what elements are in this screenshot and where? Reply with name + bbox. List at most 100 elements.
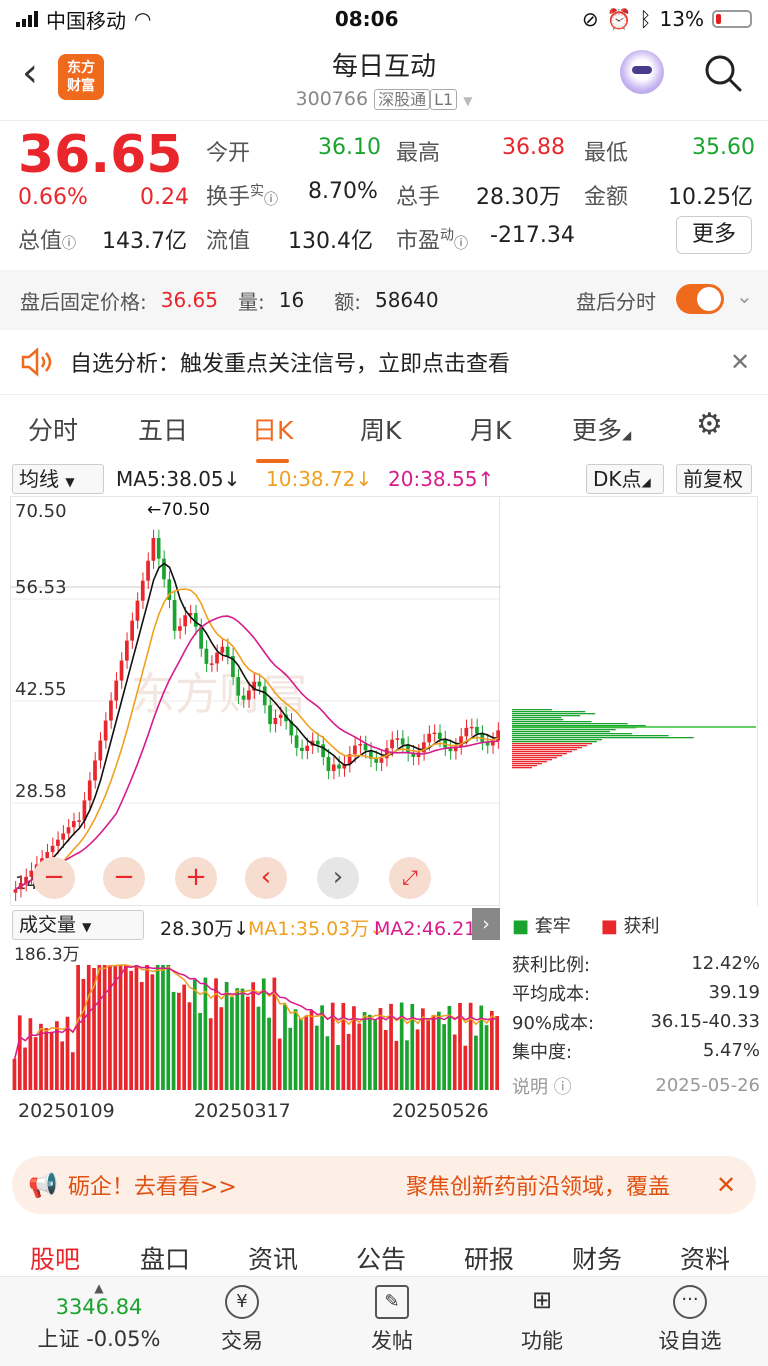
info-icon: ⓘ <box>553 1076 572 1098</box>
tab-monthly-k[interactable]: 月K <box>470 411 511 447</box>
volume-chart: 186.3万 <box>10 942 500 1090</box>
search-icon[interactable] <box>702 52 744 94</box>
turnover-value: 8.70% <box>308 179 378 204</box>
fullscreen-icon[interactable]: ⤢ <box>389 857 431 899</box>
tab-guba[interactable]: 股吧 <box>30 1240 80 1276</box>
yuan-icon: ¥ <box>225 1285 259 1319</box>
volume-value: 28.30万↓ <box>160 918 250 940</box>
chip-bar <box>512 739 602 741</box>
volume-bar <box>150 974 155 1090</box>
scroll-left-button[interactable]: ‹ <box>245 857 287 899</box>
after-hours-amt: 58640 <box>374 288 439 312</box>
float-cap-value: 130.4亿 <box>288 229 373 254</box>
add-watchlist-button[interactable]: ··· 设自选 <box>640 1285 740 1355</box>
tab-daily-k[interactable]: 日K <box>252 411 293 463</box>
tab-finance[interactable]: 财务 <box>572 1240 622 1276</box>
wifi-icon: ◠ <box>134 7 152 31</box>
volume-bar <box>293 1009 298 1090</box>
volume-bar <box>463 1045 468 1090</box>
candle-body <box>379 758 384 763</box>
tab-five-day[interactable]: 五日 <box>138 411 188 447</box>
candle-body <box>114 680 119 701</box>
volume-bar <box>28 1018 33 1090</box>
date-label-2: 20250317 <box>194 1100 291 1122</box>
candle-body <box>475 726 479 734</box>
volume-bar <box>81 978 86 1090</box>
tab-weekly-k[interactable]: 周K <box>360 411 401 447</box>
close-icon[interactable]: ✕ <box>716 1171 736 1199</box>
kline-chart[interactable]: 东方财富 70.50 56.53 42.55 28.58 14.60 ←70.5… <box>10 496 501 906</box>
gear-icon[interactable]: ⚙ <box>696 407 723 442</box>
candle-body <box>225 646 230 657</box>
volume-bar <box>235 988 240 1090</box>
candle-body <box>140 580 145 601</box>
assistant-robot-icon[interactable] <box>620 50 664 94</box>
chip-bar <box>512 737 694 739</box>
adjust-selector[interactable]: 前复权 <box>676 464 752 494</box>
post-button[interactable]: ✎ 发帖 <box>342 1285 442 1355</box>
candle-body <box>300 747 304 751</box>
news-ticker[interactable]: 📢 砺企！去看看>> 聚焦创新药前沿领域，覆盖 ✕ <box>12 1156 756 1214</box>
expand-arrow-icon[interactable]: › <box>472 908 500 940</box>
volume-bar <box>33 1037 38 1090</box>
volume-axis-top: 186.3万 <box>14 945 80 965</box>
chip-note[interactable]: 说明 ⓘ <box>512 1073 572 1099</box>
candle-body <box>236 677 241 696</box>
trade-button[interactable]: ¥ 交易 <box>192 1285 292 1355</box>
index-name: 上证 -0.05% <box>37 1327 161 1351</box>
volume-bar <box>283 1004 287 1090</box>
tab-announcement[interactable]: 公告 <box>356 1240 406 1276</box>
volume-svg: 186.3万 <box>12 945 499 1090</box>
tab-profile[interactable]: 资料 <box>680 1240 730 1276</box>
volume-bar <box>383 1030 388 1090</box>
chip-bar <box>512 723 628 725</box>
volume-bar <box>23 1047 27 1090</box>
amount-label: 金额 <box>584 185 629 210</box>
zoom-in-button[interactable]: + <box>175 857 217 899</box>
index-quote[interactable]: ▲ 3346.84 上证 -0.05% <box>24 1281 174 1353</box>
volume-bar <box>198 1012 202 1090</box>
volume-bar <box>421 1008 425 1090</box>
level-tag: L1 <box>430 89 458 110</box>
scroll-right-button[interactable]: › <box>317 857 359 899</box>
after-hours-price: 36.65 <box>160 288 219 312</box>
vol-ma1: MA1:35.03万↓ <box>248 918 386 940</box>
quote-panel: 36.65 0.66% 0.24 今开 36.10 最高 36.88 最低 35… <box>0 120 768 270</box>
market-cap-label: 总值ⓘ <box>18 229 77 254</box>
tab-pankou[interactable]: 盘口 <box>140 1240 190 1276</box>
function-button[interactable]: ⊞ 功能 <box>492 1285 592 1355</box>
dk-point-selector[interactable]: DK点◢ <box>586 464 664 494</box>
volume-selector[interactable]: 成交量 ▼ <box>12 910 144 940</box>
candle-body <box>294 735 299 748</box>
tab-news[interactable]: 资讯 <box>248 1240 298 1276</box>
volume-bar <box>468 1002 473 1090</box>
candle-body <box>135 600 140 621</box>
volume-bar <box>314 1025 319 1090</box>
analysis-alert[interactable]: 自选分析：触发重点关注信号，立即点击查看 ✕ <box>0 330 768 394</box>
stat-row: 平均成本: 39.19 <box>512 982 760 1005</box>
volume-bar <box>44 1028 49 1090</box>
tab-more[interactable]: 更多◢ <box>572 411 631 447</box>
zoom-out-button-2[interactable]: − <box>103 857 145 899</box>
zoom-out-button[interactable]: − <box>33 857 75 899</box>
candle-body <box>103 720 108 741</box>
carrier: 中国移动 <box>46 8 126 33</box>
volume-bar <box>452 1034 457 1090</box>
chevron-down-icon[interactable]: ⌄ <box>736 284 753 308</box>
chip-bar <box>512 767 532 769</box>
close-icon[interactable]: ✕ <box>730 348 750 376</box>
after-hours-toggle[interactable] <box>676 284 724 314</box>
indicator-selector[interactable]: 均线 ▼ <box>12 464 104 494</box>
more-button[interactable]: 更多 <box>676 216 752 254</box>
kline-svg: 东方财富 70.50 56.53 42.55 28.58 14.60 ←70.5… <box>11 500 501 901</box>
chart-tabs: 分时 五日 日K 周K 月K 更多◢ ⚙ <box>0 394 768 463</box>
amount-value: 10.25亿 <box>668 185 753 210</box>
tab-research[interactable]: 研报 <box>464 1240 514 1276</box>
volume-bar <box>161 965 165 1090</box>
chip-distribution-svg <box>512 709 756 769</box>
candle-body <box>374 758 378 763</box>
volume-bar <box>192 979 197 1090</box>
volume-bar <box>309 1010 314 1090</box>
volume-bar <box>251 982 255 1090</box>
tab-timeshare[interactable]: 分时 <box>28 411 78 447</box>
